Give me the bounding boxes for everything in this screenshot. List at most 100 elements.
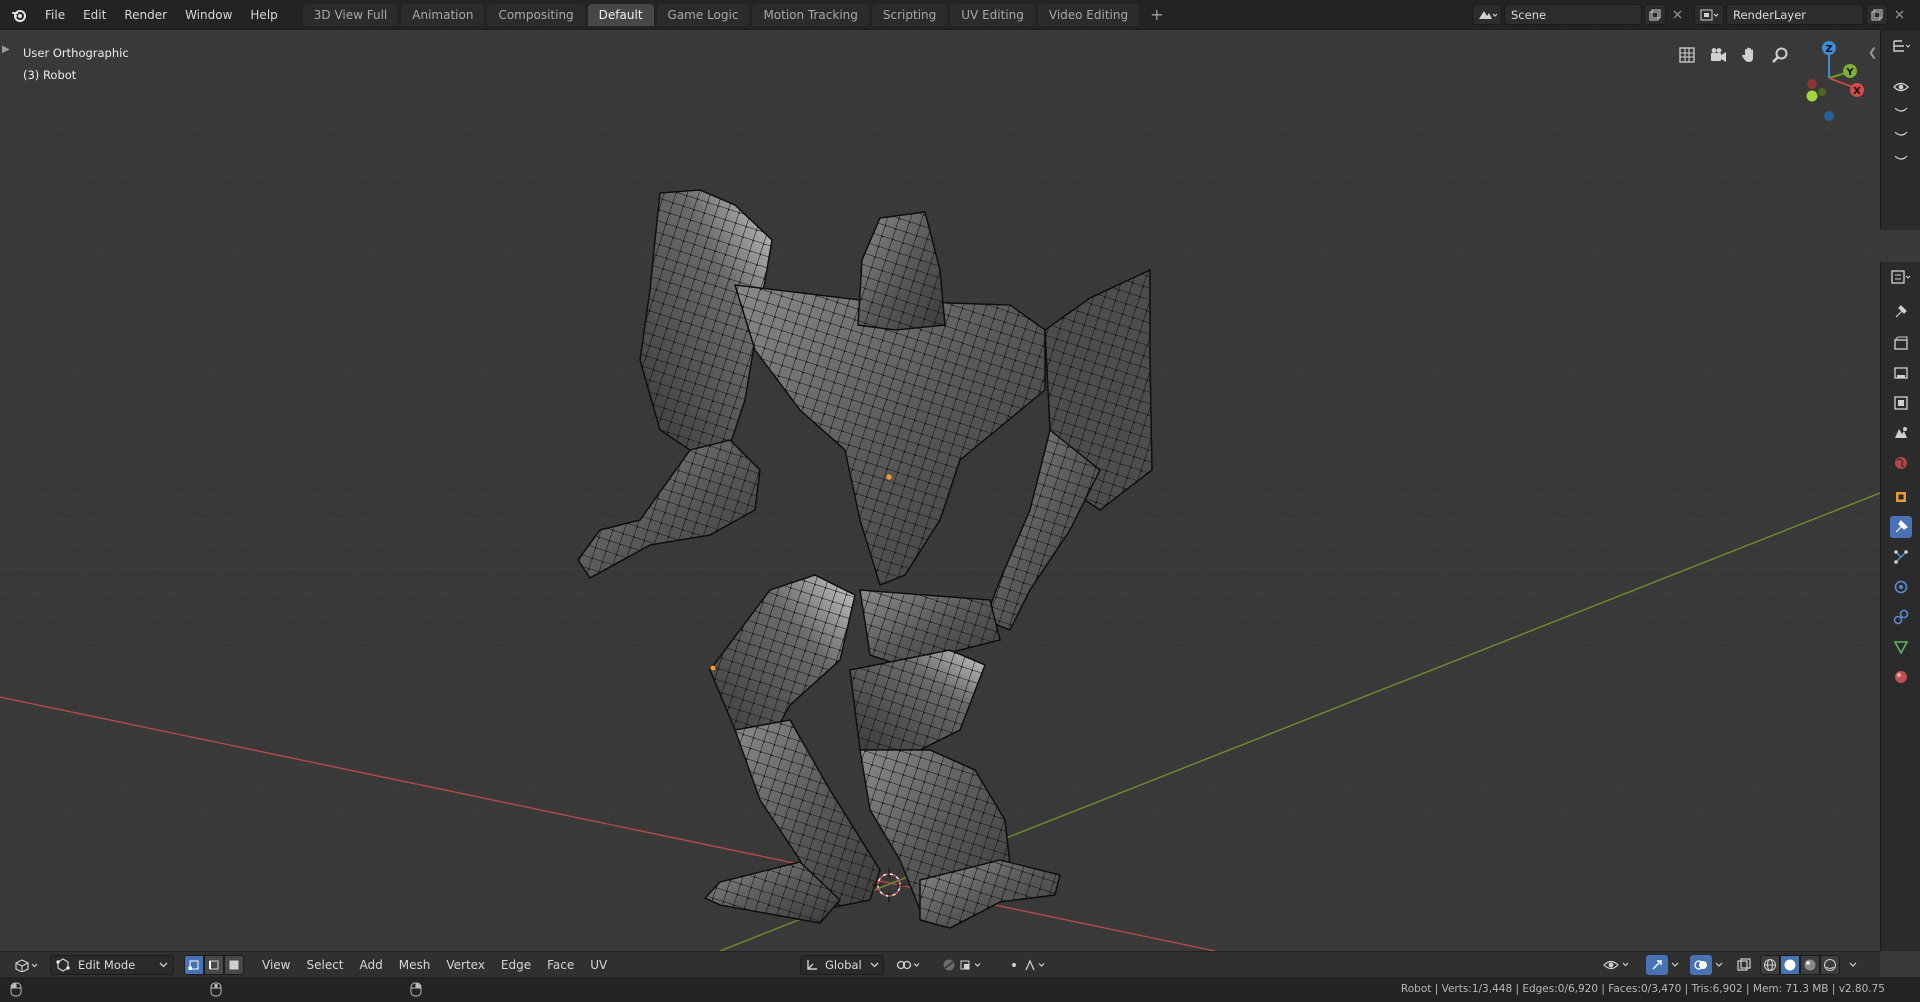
eye-icon[interactable]: [1890, 76, 1912, 98]
tab-compositing[interactable]: Compositing: [487, 3, 585, 26]
xray-toggle-button[interactable]: [1732, 955, 1756, 975]
orientation-icon: [807, 960, 817, 970]
overlays-toggle-button[interactable]: [1688, 955, 1728, 975]
physics-icon[interactable]: [1890, 576, 1912, 598]
visibility-button[interactable]: [1596, 955, 1640, 975]
gizmo-x-label: X: [1853, 86, 1861, 97]
chevron-down-icon: [1715, 962, 1723, 967]
particles-icon[interactable]: [1890, 546, 1912, 568]
tab-video-editing[interactable]: Video Editing: [1037, 3, 1140, 26]
toggle-perspective-button[interactable]: [1674, 42, 1699, 67]
active-vertex: [886, 474, 892, 480]
workspace-tabs: 3D View Full Animation Compositing Defau…: [302, 0, 1172, 30]
menu-face[interactable]: Face: [539, 958, 582, 972]
gizmo-toggle-button[interactable]: [1644, 955, 1684, 975]
tab-scripting[interactable]: Scripting: [871, 3, 948, 26]
modifier-icon[interactable]: [1889, 516, 1912, 538]
navigation-gizmo[interactable]: Z Y X: [1792, 36, 1864, 122]
scene-browse-button[interactable]: [1472, 4, 1502, 25]
menu-add[interactable]: Add: [352, 958, 391, 972]
properties-editor-icon[interactable]: [1890, 266, 1912, 288]
edge-select-icon: [209, 960, 219, 969]
hand-icon: [1741, 47, 1753, 62]
orientation-label: Global: [825, 958, 862, 972]
close-icon: [1673, 10, 1681, 19]
tab-default[interactable]: Default: [587, 3, 654, 26]
menu-edge[interactable]: Edge: [493, 958, 539, 972]
tab-game-logic[interactable]: Game Logic: [656, 3, 750, 26]
camera-view-button[interactable]: [1705, 42, 1730, 67]
tab-animation[interactable]: Animation: [401, 3, 485, 26]
wireframe-shading-button[interactable]: [1760, 955, 1780, 975]
render-icon[interactable]: [1890, 332, 1912, 354]
output-icon[interactable]: [1890, 362, 1912, 384]
add-workspace-button[interactable]: +: [1142, 5, 1171, 24]
menu-select[interactable]: Select: [298, 958, 351, 972]
orientation-select[interactable]: Global: [800, 955, 884, 975]
menu-edit[interactable]: Edit: [74, 5, 115, 25]
new-render-layer-button[interactable]: [1866, 4, 1888, 25]
xray-icon: [1737, 958, 1751, 971]
menu-window[interactable]: Window: [176, 5, 241, 25]
scene-icon[interactable]: [1890, 422, 1912, 444]
constraints-icon[interactable]: [1890, 606, 1912, 628]
edge-select-button[interactable]: [204, 954, 224, 975]
tool-icon[interactable]: [1890, 300, 1912, 322]
render-layer-browse-button[interactable]: [1694, 4, 1724, 25]
proportional-editing-button[interactable]: [936, 955, 996, 975]
delete-render-layer-button[interactable]: [1888, 4, 1910, 25]
menu-render[interactable]: Render: [115, 5, 176, 25]
object-icon[interactable]: [1890, 486, 1912, 508]
render-layer-field[interactable]: RenderLayer: [1726, 4, 1864, 25]
transform-tools: Global: [800, 955, 1064, 975]
tab-uv-editing[interactable]: UV Editing: [950, 3, 1035, 26]
pan-view-button[interactable]: [1736, 42, 1761, 67]
copy-icon: [1871, 9, 1883, 20]
collapse-icon[interactable]: [1890, 100, 1912, 122]
tab-motion-tracking[interactable]: Motion Tracking: [752, 3, 869, 26]
scene-statistics: Robot | Verts:1/3,448 | Edges:0/6,920 | …: [1400, 983, 1885, 995]
blender-logo-icon[interactable]: [10, 6, 28, 24]
menu-mesh[interactable]: Mesh: [391, 958, 439, 972]
editor-type-button[interactable]: [8, 955, 46, 975]
rendered-shading-button[interactable]: [1820, 955, 1840, 975]
world-icon[interactable]: [1890, 452, 1912, 474]
view-layer-icon[interactable]: [1890, 392, 1912, 414]
delete-scene-button[interactable]: [1666, 4, 1688, 25]
material-icon[interactable]: [1890, 666, 1912, 688]
view-name-label: User Orthographic: [23, 46, 129, 60]
gizmo-y-label: Y: [1845, 67, 1854, 78]
menu-view[interactable]: View: [254, 958, 298, 972]
sidebar-expand-icon[interactable]: ❮: [1868, 46, 1877, 59]
tab-3d-view-full[interactable]: 3D View Full: [302, 3, 399, 26]
object-data-icon[interactable]: [1890, 636, 1912, 658]
new-scene-button[interactable]: [1644, 4, 1666, 25]
pivot-point-button[interactable]: [890, 955, 930, 975]
mode-select[interactable]: Edit Mode: [50, 954, 174, 975]
top-bar: File Edit Render Window Help 3D View Ful…: [0, 0, 1920, 30]
menu-vertex[interactable]: Vertex: [438, 958, 493, 972]
face-select-button[interactable]: [224, 954, 244, 975]
solid-shading-button[interactable]: [1780, 955, 1800, 975]
3d-viewport[interactable]: ▶ User Orthographic (3) Robot Z Y X ❮: [0, 30, 1880, 951]
overlays-icon: [1694, 960, 1707, 970]
render-layer-icon: [1700, 9, 1719, 20]
collapse-icon[interactable]: [1890, 148, 1912, 170]
material-preview-icon: [1804, 959, 1816, 971]
shading-options-button[interactable]: [1844, 955, 1862, 975]
toolbar-expand-icon[interactable]: ▶: [2, 44, 10, 55]
menu-file[interactable]: File: [36, 5, 74, 25]
collapse-icon[interactable]: [1890, 124, 1912, 146]
grid-icon: [1678, 46, 1695, 63]
scene-name-field[interactable]: Scene: [1504, 4, 1642, 25]
menu-uv[interactable]: UV: [582, 958, 615, 972]
material-shading-button[interactable]: [1800, 955, 1820, 975]
snapping-button[interactable]: [1002, 955, 1064, 975]
vertex-select-button[interactable]: [184, 954, 204, 975]
viewport-scene: [0, 30, 1880, 951]
blender-window: File Edit Render Window Help 3D View Ful…: [0, 0, 1920, 1002]
magnifier-icon: [1771, 47, 1787, 63]
outliner-icon[interactable]: [1890, 36, 1912, 58]
menu-help[interactable]: Help: [241, 5, 286, 25]
zoom-view-button[interactable]: [1767, 42, 1792, 67]
